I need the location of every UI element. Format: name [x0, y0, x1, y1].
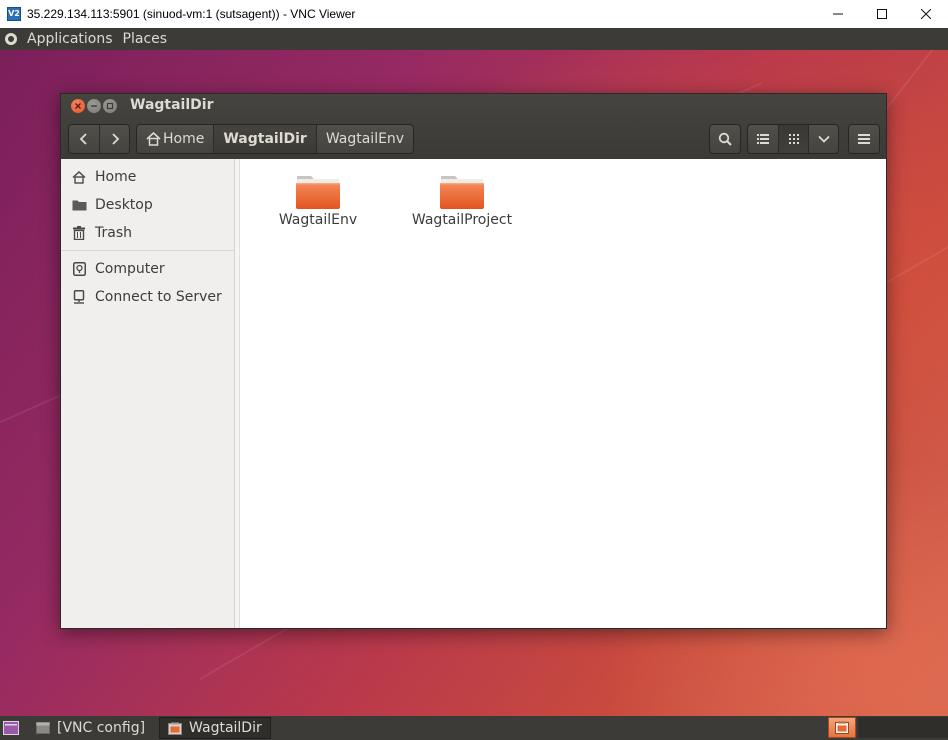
breadcrumb-label: Home: [163, 131, 205, 147]
task-label: WagtailDir: [189, 720, 262, 736]
grid-view-button[interactable]: [778, 125, 808, 153]
window-header: WagtailDir Home WagtailDir WagtailEnv: [61, 94, 886, 159]
maximize-button[interactable]: [860, 0, 904, 28]
close-icon: [75, 103, 81, 109]
sidebar-item-label: Home: [95, 169, 137, 185]
top-panel: Applications Places: [0, 28, 948, 50]
file-name: WagtailProject: [411, 212, 513, 228]
breadcrumb-label: WagtailDir: [223, 131, 307, 147]
sidebar-divider: [61, 250, 234, 251]
gnome-foot-icon: [5, 33, 17, 45]
tray-file-manager-icon[interactable]: [828, 717, 856, 738]
task-vnc-config[interactable]: [VNC config]: [28, 717, 153, 739]
search-button[interactable]: [710, 125, 740, 153]
sidebar-item-home[interactable]: Home: [61, 163, 234, 191]
file-view: WagtailEnv WagtailProject: [239, 159, 886, 628]
window-icon: [36, 722, 50, 734]
chevron-left-icon: [79, 133, 87, 145]
trash-icon: [71, 225, 87, 241]
sidebar-item-label: Connect to Server: [95, 289, 222, 305]
vnc-titlebar: V2 35.229.134.113:5901 (sinuod-vm:1 (sut…: [0, 0, 948, 28]
chevron-down-icon: [817, 135, 830, 143]
sidebar-item-label: Desktop: [95, 197, 153, 213]
menu-group: [848, 124, 880, 154]
folder-icon: [296, 176, 340, 209]
window-close-button[interactable]: [71, 99, 85, 113]
close-icon: [921, 9, 931, 19]
bottom-taskbar: [VNC config] WagtailDir: [0, 716, 948, 740]
forward-button[interactable]: [99, 125, 129, 153]
minimize-icon: [91, 105, 97, 107]
window-maximize-button[interactable]: [103, 99, 117, 113]
taskbar-tray-area: [858, 717, 948, 738]
file-item-wagtailproject[interactable]: WagtailProject: [407, 173, 517, 228]
file-name: WagtailEnv: [278, 212, 358, 228]
breadcrumb-wagtailenv[interactable]: WagtailEnv: [315, 125, 413, 153]
places-menu[interactable]: Places: [119, 31, 172, 47]
desktop-icon: [3, 721, 19, 735]
breadcrumb-label: WagtailEnv: [325, 131, 405, 147]
sidebar-item-desktop[interactable]: Desktop: [61, 191, 234, 219]
window-buttons: [71, 99, 117, 113]
vnc-app-icon: V2: [7, 7, 21, 21]
minimize-button[interactable]: [816, 0, 860, 28]
network-server-icon: [71, 289, 87, 305]
hamburger-menu-icon: [858, 134, 870, 144]
file-manager-icon: [835, 721, 849, 734]
grid-view-icon: [788, 134, 799, 144]
show-desktop-button[interactable]: [0, 716, 22, 740]
computer-icon: [71, 261, 87, 277]
minimize-icon: [833, 13, 843, 15]
task-label: [VNC config]: [57, 720, 146, 736]
sidebar-item-trash[interactable]: Trash: [61, 219, 234, 247]
search-icon: [718, 132, 732, 146]
maximize-icon: [877, 9, 887, 19]
toolbar: Home WagtailDir WagtailEnv: [61, 122, 886, 158]
sidebar-item-label: Trash: [95, 225, 132, 241]
list-view-button[interactable]: [748, 125, 778, 153]
path-bar: Home WagtailDir WagtailEnv: [136, 124, 415, 154]
list-view-icon: [757, 134, 769, 144]
back-button[interactable]: [69, 125, 99, 153]
task-wagtaildir[interactable]: WagtailDir: [159, 717, 271, 739]
sidebar: Home Desktop Trash Computer Connect to S…: [61, 159, 235, 628]
vnc-window-controls: [816, 0, 948, 28]
maximize-icon: [106, 102, 114, 110]
sidebar-item-label: Computer: [95, 261, 165, 277]
file-manager-window: WagtailDir Home WagtailDir WagtailEnv Ho…: [60, 93, 887, 629]
applications-menu[interactable]: Applications: [23, 31, 117, 47]
window-title: WagtailDir: [130, 97, 214, 113]
sidebar-item-computer[interactable]: Computer: [61, 255, 234, 283]
file-manager-icon: [168, 722, 183, 735]
home-icon: [146, 132, 161, 146]
view-group: [747, 124, 839, 154]
sidebar-item-connect-to-server[interactable]: Connect to Server: [61, 283, 234, 311]
close-button[interactable]: [904, 0, 948, 28]
navigation-buttons: [68, 124, 130, 154]
breadcrumb-wagtaildir[interactable]: WagtailDir: [213, 125, 316, 153]
folder-icon: [71, 197, 87, 213]
window-minimize-button[interactable]: [87, 99, 101, 113]
search-group: [709, 124, 741, 154]
vnc-window-title: 35.229.134.113:5901 (sinuod-vm:1 (sutsag…: [27, 7, 356, 21]
menu-button[interactable]: [849, 125, 879, 153]
view-options-button[interactable]: [808, 125, 838, 153]
file-item-wagtailenv[interactable]: WagtailEnv: [263, 173, 373, 228]
folder-icon: [440, 176, 484, 209]
chevron-right-icon: [111, 133, 119, 145]
home-icon: [71, 169, 87, 185]
breadcrumb-home[interactable]: Home: [137, 125, 213, 153]
